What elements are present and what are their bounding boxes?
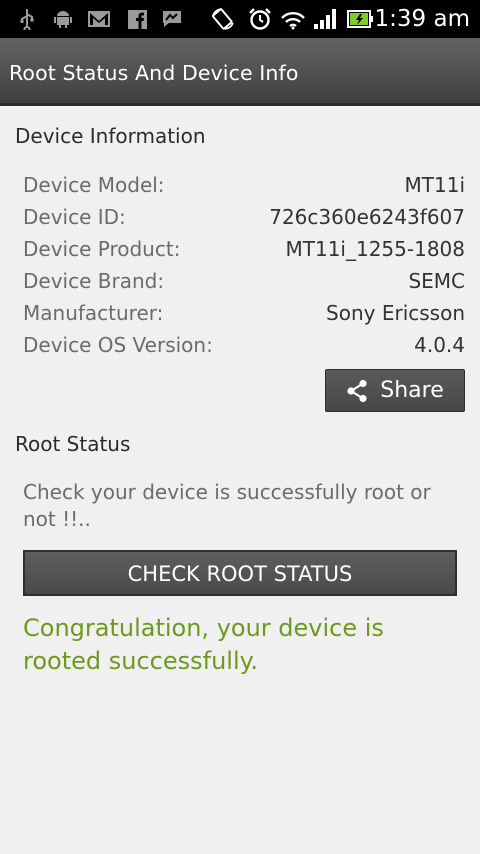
root-result-message: Congratulation, your device is rooted su… — [23, 614, 384, 675]
check-root-status-button[interactable]: CHECK ROOT STATUS — [23, 550, 457, 596]
info-row-brand: Device Brand: SEMC — [23, 266, 465, 296]
info-row-model: Device Model: MT11i — [23, 170, 465, 200]
rotate-icon — [210, 8, 236, 30]
signal-icon — [312, 8, 338, 30]
info-label: Manufacturer: — [23, 301, 164, 325]
android-icon — [52, 8, 74, 30]
device-info-heading: Device Information — [15, 124, 206, 148]
status-bar: 1:39 am — [0, 0, 480, 38]
facebook-icon — [126, 8, 148, 30]
app-title: Root Status And Device Info — [9, 61, 299, 85]
info-label: Device ID: — [23, 205, 126, 229]
battery-icon — [346, 8, 374, 30]
share-button[interactable]: Share — [325, 369, 465, 412]
info-label: Device Model: — [23, 173, 165, 197]
info-row-os-version: Device OS Version: 4.0.4 — [23, 330, 465, 360]
info-value: MT11i — [404, 173, 465, 197]
info-label: Device Brand: — [23, 269, 165, 293]
share-icon — [346, 379, 368, 403]
main-content: Device Information Device Model: MT11i D… — [0, 106, 480, 854]
alarm-icon — [246, 8, 274, 30]
usb-icon — [16, 8, 38, 30]
wifi-icon — [280, 8, 306, 30]
info-value: 726c360e6243f607 — [269, 205, 465, 229]
info-label: Device OS Version: — [23, 333, 213, 357]
info-row-product: Device Product: MT11i_1255-1808 — [23, 234, 465, 264]
clock: 1:39 am — [374, 6, 470, 32]
info-label: Device Product: — [23, 237, 181, 261]
info-row-id: Device ID: 726c360e6243f607 — [23, 202, 465, 232]
info-value: SEMC — [408, 269, 465, 293]
info-row-manufacturer: Manufacturer: Sony Ericsson — [23, 298, 465, 328]
root-description: Check your device is successfully root o… — [23, 480, 431, 531]
info-value: Sony Ericsson — [326, 301, 465, 325]
action-bar: Root Status And Device Info — [0, 38, 480, 106]
gmail-icon — [86, 8, 112, 30]
root-status-heading: Root Status — [15, 432, 131, 456]
share-label: Share — [380, 378, 444, 403]
info-value: 4.0.4 — [414, 333, 465, 357]
messenger-icon — [160, 8, 184, 30]
info-value: MT11i_1255-1808 — [285, 237, 466, 261]
